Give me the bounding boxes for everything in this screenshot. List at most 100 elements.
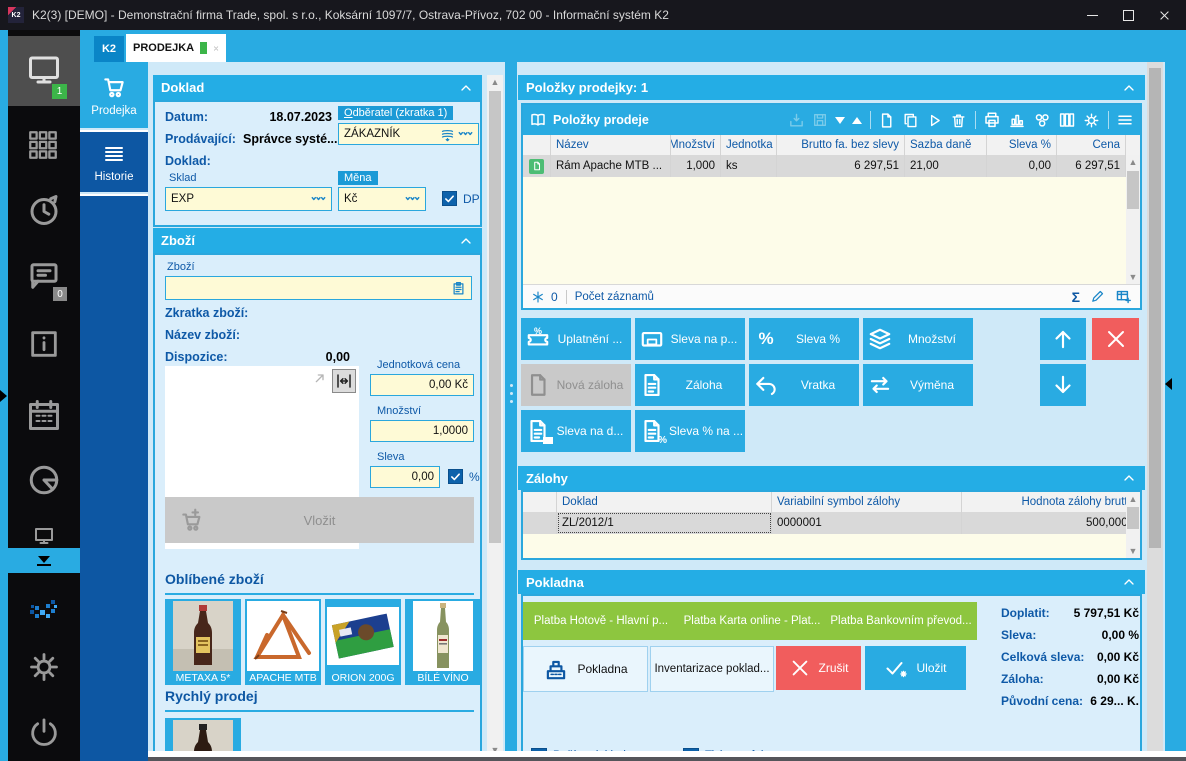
zaloha-button[interactable]: Záloha	[635, 364, 745, 406]
desktop-icon[interactable]	[26, 52, 62, 88]
col-sazba[interactable]: Sazba daně	[905, 135, 987, 155]
collapse-chevron-icon[interactable]	[458, 233, 474, 249]
col-sleva[interactable]: Sleva %	[987, 135, 1057, 155]
move-item-down-button[interactable]	[1040, 364, 1086, 406]
scroll-up-arrow[interactable]: ▲	[487, 75, 503, 89]
favorite-tile-metaxa[interactable]: METAXA 5*	[165, 599, 241, 685]
favorite-tile-apache[interactable]: APACHE MTB	[245, 599, 321, 685]
calendar-icon[interactable]	[26, 397, 62, 433]
polozky-panel-header[interactable]: Položky prodejky: 1	[518, 75, 1145, 100]
delete-icon[interactable]	[950, 112, 967, 129]
chart-icon[interactable]	[1008, 111, 1026, 129]
sidetab-historie[interactable]: Historie	[80, 130, 148, 192]
table-settings-gear-icon[interactable]	[1083, 112, 1100, 129]
tab-close-icon[interactable]	[213, 43, 219, 54]
remote-desktop-icon[interactable]	[30, 524, 58, 548]
pokladna-panel-header[interactable]: Pokladna	[518, 570, 1145, 594]
scrollbar-thumb[interactable]	[1127, 507, 1139, 529]
platba-hotove-button[interactable]: Platba Hotově - Hlavní p...	[523, 602, 679, 640]
edit-pencil-icon[interactable]	[1090, 289, 1105, 304]
left-panel-scrollbar[interactable]: ▲ ▼	[487, 75, 503, 757]
uplatneni-button[interactable]: % Uplatnění ...	[521, 318, 631, 360]
col-nazev[interactable]: Název	[551, 135, 671, 155]
scrollbar-thumb[interactable]	[1127, 171, 1139, 209]
col-mnozstvi[interactable]: Množství	[671, 135, 721, 155]
move-down-icon[interactable]	[835, 116, 845, 124]
platba-karta-button[interactable]: Platba Karta online - Plat...	[675, 602, 829, 640]
sleva-input[interactable]: 0,00	[370, 466, 440, 488]
run-icon[interactable]	[926, 112, 943, 129]
vymena-button[interactable]: Výměna	[863, 364, 973, 406]
collapse-chevron-icon[interactable]	[1121, 80, 1137, 96]
zalohy-panel-header[interactable]: Zálohy	[518, 466, 1145, 490]
clipboard-icon[interactable]	[451, 281, 466, 296]
col-vs[interactable]: Variabilní symbol zálohy	[772, 492, 962, 512]
scroll-down-arrow[interactable]: ▼	[1126, 270, 1140, 284]
platba-prevodem-button[interactable]: Platba Bankovním převod...	[825, 602, 977, 640]
zalohy-scrollbar[interactable]: ▲ ▼	[1126, 492, 1140, 558]
zrusit-button[interactable]: Zrušit	[776, 646, 861, 690]
pie-chart-icon[interactable]	[26, 462, 62, 498]
scroll-up-arrow[interactable]: ▲	[1126, 492, 1140, 506]
ulozit-button[interactable]: Uložit	[865, 646, 966, 690]
fit-width-button[interactable]	[332, 369, 356, 393]
k2-sparkle-logo-icon[interactable]	[26, 592, 62, 628]
table-row[interactable]: Rám Apache MTB ... 1,000 ks 6 297,51 21,…	[523, 155, 1140, 177]
sum-icon[interactable]: Σ	[1072, 289, 1080, 305]
vlozit-button[interactable]: Vložit	[165, 497, 474, 543]
sleva-procento-na-doklad-button[interactable]: % Sleva % na ...	[635, 410, 745, 452]
move-up-icon[interactable]	[852, 116, 862, 124]
sleva-na-doklad-button[interactable]: Sleva na d...	[521, 410, 631, 452]
new-record-icon[interactable]	[878, 112, 895, 129]
right-panel-scrollbar[interactable]	[1147, 62, 1163, 757]
col-cena[interactable]: Cena	[1057, 135, 1126, 155]
info-icon[interactable]	[27, 327, 61, 361]
flyout-collapse-arrow[interactable]	[1165, 378, 1172, 390]
move-item-up-button[interactable]	[1040, 318, 1086, 360]
close-button[interactable]	[1146, 3, 1182, 27]
sleva-na-p-button[interactable]: Sleva na p...	[635, 318, 745, 360]
pokladna-button[interactable]: Pokladna	[523, 646, 648, 692]
doklad-panel-header[interactable]: Doklad	[153, 75, 482, 100]
sleva-percent-checkbox[interactable]	[448, 469, 463, 484]
collapse-chevron-icon[interactable]	[458, 80, 474, 96]
vratka-button[interactable]: Vratka	[749, 364, 859, 406]
col-hodnota[interactable]: Hodnota zálohy brutto	[962, 492, 1140, 512]
favorite-tile-orion[interactable]: ORION 200G	[325, 599, 401, 685]
power-icon[interactable]	[27, 715, 61, 749]
sklad-input[interactable]: EXP	[165, 187, 332, 211]
collapse-chevron-icon[interactable]	[1121, 574, 1137, 590]
sleva-procento-button[interactable]: % Sleva %	[749, 318, 859, 360]
snowflake-icon[interactable]	[531, 290, 545, 304]
scroll-up-arrow[interactable]: ▲	[1126, 155, 1140, 169]
scrollbar-thumb[interactable]	[489, 91, 501, 543]
history-clock-icon[interactable]	[26, 192, 62, 228]
col-doklad[interactable]: Doklad	[557, 492, 772, 512]
open-external-icon[interactable]	[311, 371, 327, 387]
collapse-chevron-icon[interactable]	[1121, 470, 1137, 486]
delete-item-button[interactable]	[1092, 318, 1139, 360]
mena-input[interactable]: Kč	[338, 187, 426, 211]
stack-lookup-icon[interactable]	[440, 127, 455, 142]
print-icon[interactable]	[983, 111, 1001, 129]
sidetab-prodejka[interactable]: Prodejka	[80, 62, 148, 128]
tab-k2[interactable]: K2	[94, 36, 124, 62]
minimize-button[interactable]	[1074, 3, 1110, 27]
favorite-tile-vino[interactable]: BÍLÉ VÍNO	[405, 599, 480, 685]
scroll-down-arrow[interactable]: ▼	[1126, 544, 1140, 558]
hamburger-menu-icon[interactable]	[1116, 111, 1134, 129]
zalohy-row[interactable]: ZL/2012/1 0000001 500,0000	[523, 512, 1140, 534]
columns-icon[interactable]	[1058, 111, 1076, 129]
tab-prodejka[interactable]: PRODEJKA	[126, 34, 226, 62]
zbozi-input[interactable]	[165, 276, 472, 300]
jednotkova-cena-input[interactable]: 0,00 Kč	[370, 374, 474, 396]
col-brutto[interactable]: Brutto fa. bez slevy	[777, 135, 905, 155]
modules-grid-icon[interactable]	[26, 128, 60, 162]
sidebar-flyout-arrow[interactable]	[0, 390, 7, 402]
copy-record-icon[interactable]	[902, 112, 919, 129]
col-jednotka[interactable]: Jednotka	[721, 135, 777, 155]
maximize-button[interactable]	[1110, 3, 1146, 27]
settings-gear-icon[interactable]	[27, 650, 61, 684]
mnozstvi-button[interactable]: Množství	[863, 318, 973, 360]
dropdown-icon[interactable]	[458, 130, 473, 139]
